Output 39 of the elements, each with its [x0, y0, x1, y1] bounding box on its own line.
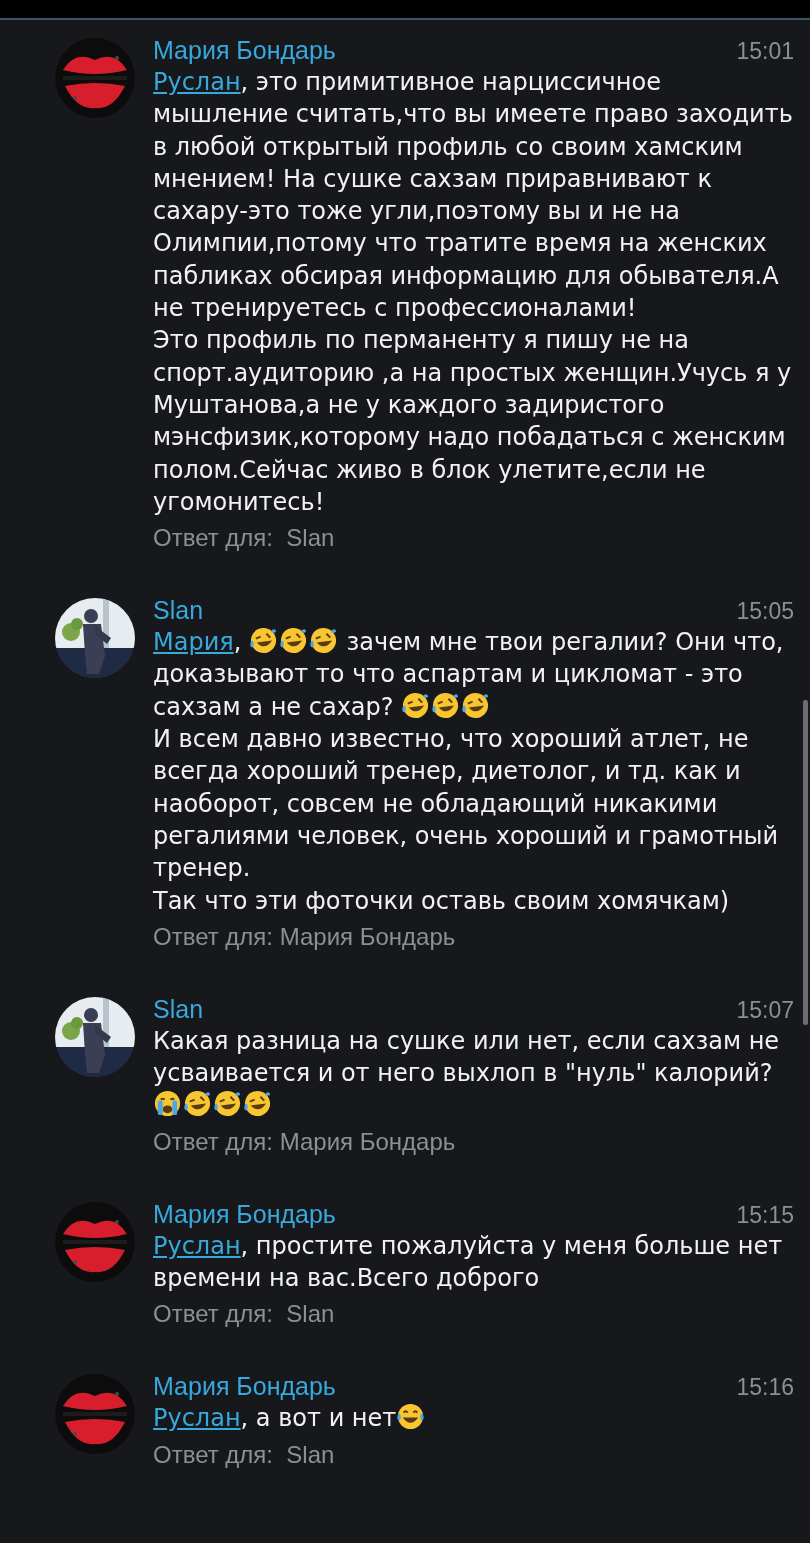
- comment-time: 15:15: [736, 1201, 794, 1229]
- reply-to-label: Ответ для: Slan: [153, 1299, 335, 1330]
- author-name[interactable]: Slan: [153, 594, 204, 627]
- author-name[interactable]: Мария Бондарь: [153, 1197, 336, 1230]
- laughing-emoji-icon: [213, 1089, 242, 1119]
- comment-text: Так что эти фоточки оставь своим хомячкам): [153, 885, 731, 917]
- laughing-emoji-icon: [243, 1089, 272, 1119]
- comment-text: И всем давно известно, что хороший атлет, не всегда хороший тренер, диетолог, и тд. как и наоборот, совсем не обладающий никакими регалиями человек, очень хороший и грамотный тренер.: [153, 724, 780, 885]
- author-name[interactable]: Мария Бондарь: [153, 34, 336, 66]
- laughing-emoji-icon: [401, 690, 431, 720]
- laughing-emoji-icon: [308, 626, 338, 656]
- mention-link[interactable]: Руслан: [153, 1231, 241, 1260]
- reply-to-label: Ответ для: Мария Бондарь: [153, 921, 456, 952]
- comment-time: 15:01: [736, 38, 794, 65]
- mention-link[interactable]: Руслан: [153, 1404, 241, 1433]
- laughing-emoji-icon: [278, 626, 308, 656]
- comment-text: Это профиль по перманенту я пишу не на спорт.аудиторию ,а на простых женщин.Учусь я у Муштанова,а не у каждого задиристого мэнсфизик,которому надо побадаться с женским полом.Сейчас живо в блок улетите,если не угомонитесь!: [153, 325, 793, 518]
- comment-text: Какая разница на сушке или нет, если сахзам не усваивается и от него выхлоп в "нуль" калорий?: [153, 1025, 781, 1090]
- comment-text: Руслан, а вот и нет: [153, 1402, 794, 1435]
- tears-of-joy-emoji-icon: [396, 1402, 426, 1432]
- comment-text: Мария, зачем мне твои регалии? Они что, доказывают то что аспартам и цикломат - это сахзам а не сахар?: [153, 626, 785, 723]
- comment-time: 15:07: [736, 996, 794, 1024]
- laughing-emoji-icon: [431, 690, 461, 720]
- laughing-emoji-icon: [461, 690, 491, 720]
- author-name[interactable]: Мария Бондарь: [153, 1370, 336, 1403]
- mention-link[interactable]: Руслан: [153, 68, 241, 96]
- crying-emoji-icon: [153, 1089, 182, 1119]
- comment-text: Руслан, простите пожалуйста у меня больше нет времени на вас.Всего доброго: [153, 1230, 784, 1294]
- comment-time: 15:16: [736, 1374, 794, 1402]
- laughing-emoji-icon: [248, 626, 278, 656]
- mention-link[interactable]: Мария: [153, 628, 234, 657]
- comment-time: 15:05: [736, 598, 794, 626]
- laughing-emoji-icon: [183, 1089, 212, 1119]
- author-name[interactable]: Slan: [153, 992, 204, 1025]
- scroll-bar[interactable]: [803, 700, 808, 1025]
- reply-to-label: Ответ для: Slan: [153, 523, 335, 554]
- comment-text: Руслан, это примитивное нарциссичное мышление считать,что вы имеете право заходить в любой открытый профиль со своим хамским мнением! На сушке сахзам приравнивают к сахару-это тоже угли,поэтому вы и не на Олимпии,потому что тратите время на женских пабликах обсирая информацию для обывателя.А не тренируетесь с профессионалами!: [153, 67, 794, 325]
- reply-to-label: Ответ для: Мария Бондарь: [153, 1126, 456, 1157]
- reply-to-label: Ответ для: Slan: [153, 1439, 335, 1470]
